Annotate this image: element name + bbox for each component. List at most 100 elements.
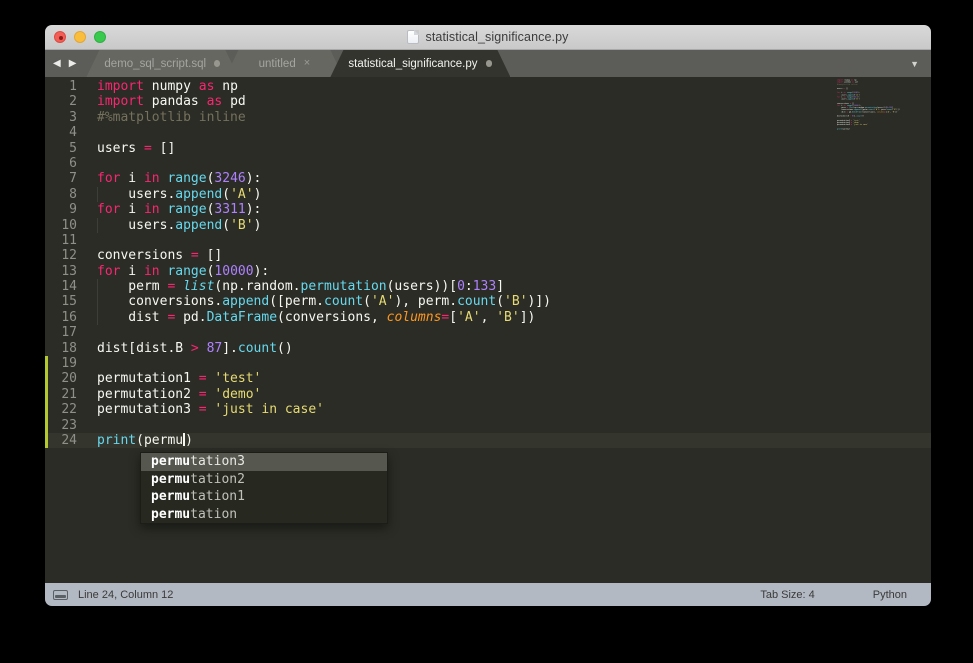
code-text: conversions.append([perm.count('A'), per… xyxy=(97,294,551,309)
line-number: 1 xyxy=(48,79,77,94)
line-number: 16 xyxy=(48,310,77,325)
match-suffix: tation1 xyxy=(190,489,245,504)
line-number: 3 xyxy=(48,110,77,125)
code-line[interactable]: 17 xyxy=(45,325,931,340)
code-line[interactable]: 16 dist = pd.DataFrame(conversions, colu… xyxy=(45,310,931,325)
tab-label: untitled xyxy=(259,58,296,70)
line-number: 20 xyxy=(48,371,77,386)
code-line[interactable]: 22permutation3 = 'just in case' xyxy=(45,402,931,417)
tab-label: statistical_significance.py xyxy=(348,58,477,70)
tab-close-icon[interactable]: × xyxy=(304,58,310,69)
tab-overflow-button[interactable]: ▼ xyxy=(910,50,919,77)
code-text: permutation1 = 'test' xyxy=(97,371,261,386)
minimap[interactable]: import numpy as npimport pandas as pd#%m… xyxy=(837,79,903,135)
code-line[interactable]: 2import pandas as pd xyxy=(45,94,931,109)
line-number: 15 xyxy=(48,294,77,309)
panel-toggle-icon[interactable] xyxy=(53,590,68,600)
tab-back-button[interactable]: ◀ xyxy=(53,58,61,69)
editor-pane[interactable]: 1 import numpy as np2import pandas as pd3… xyxy=(45,77,931,583)
code-text: import pandas as pd xyxy=(97,94,246,109)
match-prefix: permu xyxy=(151,454,190,469)
code-line[interactable]: 12 conversions = [] xyxy=(45,248,931,263)
line-number: 4 xyxy=(48,125,77,140)
tab-forward-button[interactable]: ▶ xyxy=(69,58,77,69)
tab-nav: ◀ ▶ xyxy=(45,50,86,77)
code-text: users = [] xyxy=(97,141,175,156)
code-line[interactable]: 3 #%matplotlib inline xyxy=(45,110,931,125)
match-prefix: permu xyxy=(151,472,190,487)
tab-label: demo_sql_script.sql xyxy=(104,58,206,70)
line-number: 9 xyxy=(48,202,77,217)
code-text: conversions = [] xyxy=(97,248,222,263)
code-text: dist[dist.B > 87].count() xyxy=(97,341,293,356)
status-bar: Line 24, Column 12 Tab Size: 4 Python xyxy=(45,583,931,606)
syntax-indicator[interactable]: Python xyxy=(873,589,907,601)
tab-bar: ◀ ▶ demo_sql_script.sql untitled × statisti… xyxy=(45,50,931,77)
code-text: for i in range(3311): xyxy=(97,202,261,217)
traffic-lights xyxy=(54,31,106,43)
code-text: for i in range(3246): xyxy=(97,171,261,186)
line-number: 12 xyxy=(48,248,77,263)
line-number: 10 xyxy=(48,218,77,233)
tab-statistical-significance-py[interactable]: statistical_significance.py xyxy=(330,50,510,77)
document-icon xyxy=(407,30,419,44)
code-line[interactable]: 20 permutation1 = 'test' xyxy=(45,371,931,386)
modified-dot-icon xyxy=(214,60,220,67)
code-line[interactable]: 15 conversions.append([perm.count('A'), … xyxy=(45,294,931,309)
match-prefix: permu xyxy=(151,489,190,504)
window-titlebar[interactable]: statistical_significance.py xyxy=(45,25,931,50)
code-line[interactable]: 21 permutation2 = 'demo' xyxy=(45,387,931,402)
zoom-button[interactable] xyxy=(94,31,106,43)
code-line[interactable]: 1 import numpy as np xyxy=(45,79,931,94)
code-line[interactable]: 6 xyxy=(45,156,931,171)
tab-demo-sql-script-sql[interactable]: demo_sql_script.sql xyxy=(86,50,238,77)
code-line[interactable]: 24print(permu) xyxy=(45,433,931,448)
code-line[interactable]: 8 users.append('A') xyxy=(45,187,931,202)
code-line[interactable]: 11 xyxy=(45,233,931,248)
code-text: permutation2 = 'demo' xyxy=(97,387,261,402)
match-suffix: tation2 xyxy=(190,472,245,487)
line-number: 6 xyxy=(48,156,77,171)
line-number: 18 xyxy=(48,341,77,356)
cursor-position[interactable]: Line 24, Column 12 xyxy=(78,589,173,601)
code-line[interactable]: 4 xyxy=(45,125,931,140)
autocomplete-popup: permutation3permutation2permutation1perm… xyxy=(140,452,388,524)
minimize-button[interactable] xyxy=(74,31,86,43)
minimap-content: import numpy as npimport pandas as pd#%m… xyxy=(837,79,903,130)
code-line[interactable]: 5 users = [] xyxy=(45,141,931,156)
code-area: 1 import numpy as np2import pandas as pd3… xyxy=(45,79,931,448)
code-line[interactable]: 7 for i in range(3246): xyxy=(45,171,931,186)
code-line[interactable]: 13 for i in range(10000): xyxy=(45,264,931,279)
code-line[interactable]: 19 xyxy=(45,356,931,371)
autocomplete-item-permutation[interactable]: permutation xyxy=(141,506,387,524)
line-number: 5 xyxy=(48,141,77,156)
autocomplete-item-permutation1[interactable]: permutation1 xyxy=(141,488,387,506)
code-line[interactable]: 23 xyxy=(45,418,931,433)
tab-untitled[interactable]: untitled × xyxy=(225,50,343,77)
line-number: 21 xyxy=(48,387,77,402)
code-text: #%matplotlib inline xyxy=(97,110,246,125)
code-line[interactable]: 10 users.append('B') xyxy=(45,218,931,233)
autocomplete-item-permutation3[interactable]: permutation3 xyxy=(141,453,387,471)
code-line[interactable]: 14 perm = list(np.random.permutation(use… xyxy=(45,279,931,294)
code-text: for i in range(10000): xyxy=(97,264,269,279)
line-number: 17 xyxy=(48,325,77,340)
line-number: 13 xyxy=(48,264,77,279)
match-prefix: permu xyxy=(151,507,190,522)
tab-size-indicator[interactable]: Tab Size: 4 xyxy=(760,589,814,601)
line-number: 7 xyxy=(48,171,77,186)
code-text: users.append('A') xyxy=(97,187,261,202)
code-text: perm = list(np.random.permutation(users)… xyxy=(97,279,504,294)
code-text: users.append('B') xyxy=(97,218,261,233)
code-text: import numpy as np xyxy=(97,79,238,94)
line-number: 14 xyxy=(48,279,77,294)
code-text: print(permu) xyxy=(837,128,850,130)
code-line[interactable]: 18 dist[dist.B > 87].count() xyxy=(45,341,931,356)
close-button[interactable] xyxy=(54,31,66,43)
line-number: 24 xyxy=(48,433,77,448)
code-line[interactable]: 9 for i in range(3311): xyxy=(45,202,931,217)
autocomplete-item-permutation2[interactable]: permutation2 xyxy=(141,471,387,489)
line-number: 8 xyxy=(48,187,77,202)
line-number: 19 xyxy=(48,356,77,371)
line-number: 11 xyxy=(48,233,77,248)
